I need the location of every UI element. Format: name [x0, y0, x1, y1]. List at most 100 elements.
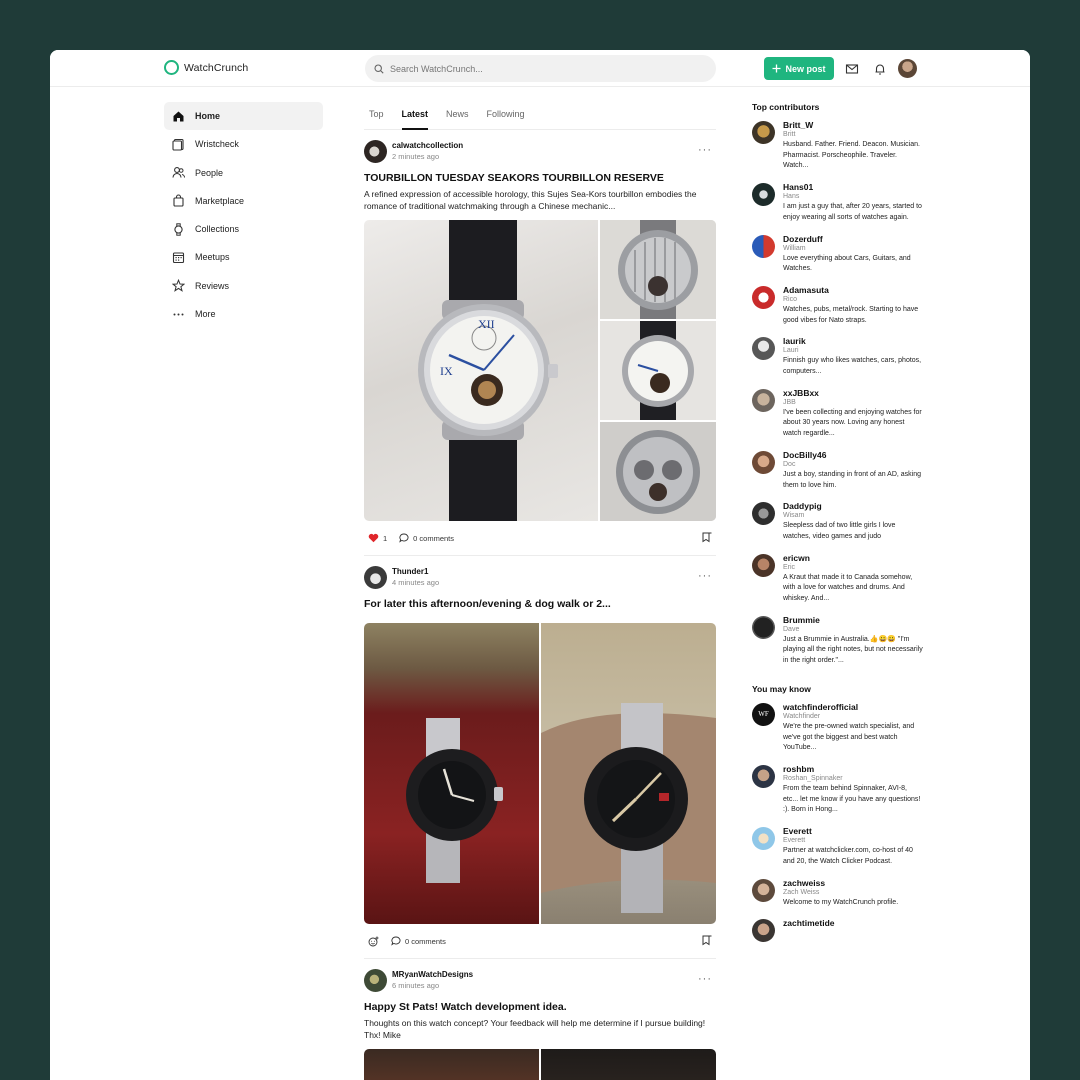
post-card[interactable]: MRyanWatchDesigns 6 minutes ago ··· Happ…	[364, 959, 716, 1080]
avatar[interactable]	[752, 183, 775, 207]
contributor-name[interactable]: Dozerduff	[783, 234, 923, 244]
logo[interactable]: WatchCrunch	[164, 60, 248, 75]
post-title[interactable]: TOURBILLON TUESDAY SEAKORS TOURBILLON RE…	[364, 172, 716, 184]
avatar[interactable]	[752, 502, 775, 526]
like-button[interactable]: 1	[368, 533, 387, 543]
contributor-item[interactable]: Brummie Dave Just a Brummie in Australia.👍…	[752, 615, 942, 667]
contributor-name[interactable]: ericwn	[783, 553, 923, 563]
photo-main[interactable]: XII IX	[364, 220, 598, 521]
author-name[interactable]: calwatchcollection	[392, 141, 463, 150]
react-button[interactable]	[368, 936, 379, 947]
suggestion-name[interactable]: watchfinderofficial	[783, 702, 923, 712]
contributor-item[interactable]: Dozerduff William Love everything about Ca…	[752, 234, 942, 275]
sidebar-item-people[interactable]: People	[164, 159, 323, 187]
photo-right[interactable]	[541, 623, 716, 924]
tab-latest[interactable]: Latest	[401, 102, 428, 130]
avatar[interactable]	[752, 878, 775, 902]
mail-icon[interactable]	[845, 62, 859, 76]
contributor-name[interactable]: Britt_W	[783, 120, 923, 130]
photo-thumb[interactable]	[600, 220, 716, 319]
contributor-item[interactable]: Adamasuta Rico Watches, pubs, metal/rock. …	[752, 285, 942, 326]
avatar[interactable]	[752, 615, 775, 639]
sidebar-item-home[interactable]: Home	[164, 102, 323, 130]
search-icon	[374, 63, 384, 74]
avatar[interactable]	[752, 121, 775, 144]
contributor-name[interactable]: Adamasuta	[783, 285, 923, 295]
sidebar-item-more[interactable]: More	[164, 300, 323, 328]
new-post-button[interactable]: New post	[764, 57, 834, 80]
avatar[interactable]	[752, 388, 775, 412]
sidebar-item-label: Marketplace	[195, 195, 245, 206]
avatar[interactable]	[752, 764, 775, 788]
post-menu-icon[interactable]: ···	[698, 570, 712, 582]
post-gallery[interactable]	[364, 623, 716, 924]
post-title[interactable]: For later this afternoon/evening & dog w…	[364, 598, 716, 610]
sidebar-item-meetups[interactable]: Meetups	[164, 243, 323, 271]
avatar[interactable]	[752, 450, 775, 474]
photo-right[interactable]	[541, 1049, 716, 1080]
contributor-name[interactable]: Hans01	[783, 182, 923, 192]
contributor-item[interactable]: xxJBBxx JBB I've been collecting and enjoy…	[752, 388, 942, 440]
photo-thumb[interactable]	[600, 321, 716, 420]
search-input[interactable]	[390, 63, 690, 74]
contributor-item[interactable]: Britt_W Britt Husband. Father. Friend. Dea…	[752, 120, 942, 172]
suggestion-item[interactable]: WF watchfinderofficial Watchfinder We're t…	[752, 702, 942, 754]
suggestion-name[interactable]: Everett	[783, 826, 923, 836]
suggestion-name[interactable]: roshbm	[783, 764, 923, 774]
avatar[interactable]	[752, 337, 775, 361]
suggestion-name[interactable]: zachtimetide	[783, 918, 835, 928]
avatar[interactable]	[752, 553, 775, 577]
comments-button[interactable]: 0 comments	[391, 936, 446, 946]
tab-news[interactable]: News	[446, 102, 469, 129]
search-bar[interactable]	[365, 55, 716, 82]
contributor-item[interactable]: Hans01 Hans I am just a guy that, after 20…	[752, 182, 942, 223]
contributor-bio: Sleepless dad of two little girls I love…	[783, 522, 896, 540]
suggestion-item[interactable]: roshbm Roshan_Spinnaker From the team behi…	[752, 764, 942, 816]
contributor-item[interactable]: laurik Lauri Finnish guy who likes watches…	[752, 336, 942, 377]
post-title[interactable]: Happy St Pats! Watch development idea.	[364, 1001, 716, 1013]
post-gallery[interactable]	[364, 1049, 716, 1080]
post-card[interactable]: Thunder1 4 minutes ago ··· For later thi…	[364, 556, 716, 959]
bookmark-icon[interactable]	[701, 532, 712, 543]
avatar[interactable]	[752, 234, 775, 258]
author-name[interactable]: Thunder1	[392, 567, 439, 576]
contributor-name[interactable]: DocBilly46	[783, 450, 923, 460]
author-avatar[interactable]	[364, 565, 387, 589]
photo-left[interactable]	[364, 623, 539, 924]
contributor-item[interactable]: Daddypig Wisam Sleepless dad of two little…	[752, 501, 942, 542]
suggestion-item[interactable]: Everett Everett Partner at watchclicker.co…	[752, 826, 942, 867]
contributor-item[interactable]: DocBilly46 Doc Just a boy, standing in fro…	[752, 450, 942, 491]
contributor-name[interactable]: laurik	[783, 336, 923, 346]
author-avatar[interactable]	[364, 139, 387, 163]
author-avatar[interactable]	[364, 968, 387, 992]
post-gallery[interactable]: XII IX	[364, 220, 716, 521]
contributor-item[interactable]: ericwn Eric A Kraut that made it to Canada…	[752, 553, 942, 605]
photo-left[interactable]	[364, 1049, 539, 1080]
sidebar-item-wristcheck[interactable]: Wristcheck	[164, 130, 323, 158]
post-menu-icon[interactable]: ···	[698, 973, 712, 985]
user-avatar[interactable]	[898, 59, 917, 78]
sidebar-item-marketplace[interactable]: Marketplace	[164, 187, 323, 215]
suggestion-name[interactable]: zachweiss	[783, 878, 923, 888]
suggestion-item[interactable]: zachweiss Zach Weiss Welcome to my WatchCr…	[752, 878, 942, 909]
comments-button[interactable]: 0 comments	[399, 533, 454, 543]
contributor-name[interactable]: Daddypig	[783, 501, 923, 511]
contributor-bio: I've been collecting and enjoying watche…	[783, 408, 922, 438]
sidebar-item-collections[interactable]: Collections	[164, 215, 323, 243]
avatar[interactable]	[752, 285, 775, 309]
photo-thumb[interactable]	[600, 422, 716, 521]
suggestion-item[interactable]: zachtimetide	[752, 918, 942, 943]
bell-icon[interactable]	[873, 62, 887, 76]
contributor-name[interactable]: Brummie	[783, 615, 923, 625]
avatar[interactable]	[752, 919, 775, 943]
post-menu-icon[interactable]: ···	[698, 144, 712, 156]
author-name[interactable]: MRyanWatchDesigns	[392, 970, 473, 979]
tab-following[interactable]: Following	[487, 102, 525, 129]
contributor-name[interactable]: xxJBBxx	[783, 388, 923, 398]
avatar[interactable]	[752, 827, 775, 851]
bookmark-icon[interactable]	[701, 935, 712, 946]
tab-top[interactable]: Top	[369, 102, 384, 129]
avatar[interactable]: WF	[752, 702, 775, 726]
post-card[interactable]: calwatchcollection 2 minutes ago ··· TOU…	[364, 130, 716, 556]
sidebar-item-reviews[interactable]: Reviews	[164, 272, 323, 300]
